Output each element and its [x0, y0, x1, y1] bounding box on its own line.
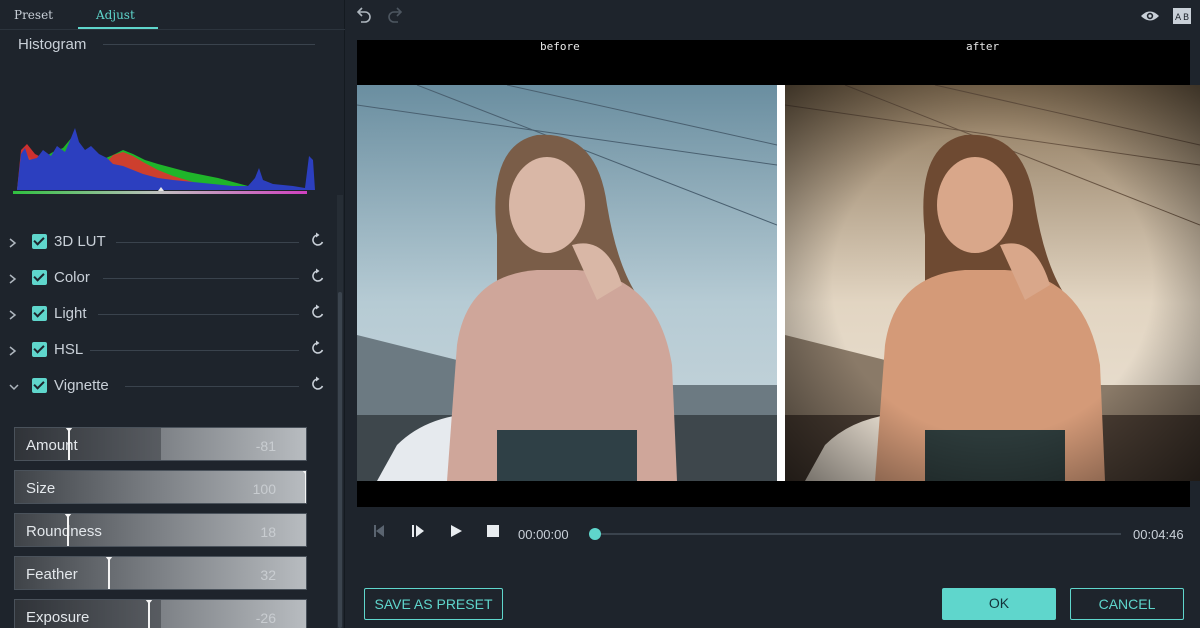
slider-label: Feather [26, 566, 78, 583]
section-vignette[interactable]: Vignette [0, 374, 335, 404]
preview-panel: A B before after 00:00:00 00:04:46 SAVE … [346, 0, 1200, 628]
enable-checkbox[interactable] [32, 270, 47, 285]
section-label: 3D LUT [54, 233, 106, 250]
reset-icon[interactable] [309, 231, 327, 249]
section-rule [98, 314, 299, 315]
stop-icon[interactable] [484, 522, 502, 540]
section-label: Light [54, 305, 87, 322]
reset-icon[interactable] [309, 303, 327, 321]
playback-track[interactable] [594, 533, 1121, 535]
histogram-title: Histogram [18, 36, 87, 53]
section-rule [103, 278, 299, 279]
svg-text:A: A [1175, 13, 1182, 23]
chevron-right-icon[interactable] [8, 236, 20, 250]
eye-icon[interactable] [1140, 6, 1160, 26]
adjust-panel: Preset Adjust Histogram 3D LUT Color Lig… [0, 0, 345, 628]
slider-label: Size [26, 480, 56, 497]
after-photo [785, 85, 1200, 481]
chevron-right-icon[interactable] [8, 344, 20, 358]
chevron-right-icon[interactable] [8, 272, 20, 286]
after-label: after [966, 40, 1000, 53]
slider-handle[interactable] [64, 514, 72, 546]
active-tab-indicator [78, 27, 158, 29]
chevron-right-icon[interactable] [8, 308, 20, 322]
ab-compare-icon[interactable]: A B [1172, 6, 1192, 26]
enable-checkbox[interactable] [32, 378, 47, 393]
section-color[interactable]: Color [0, 266, 335, 296]
redo-icon[interactable] [386, 6, 406, 26]
slider-value: 32 [260, 567, 276, 583]
cancel-button[interactable]: CANCEL [1070, 588, 1184, 620]
section-hsl[interactable]: HSL [0, 338, 335, 368]
slider-value: 100 [252, 481, 276, 497]
panel-tabs: Preset Adjust [0, 0, 345, 30]
panel-scroll-thumb[interactable] [338, 292, 342, 628]
before-label: before [540, 40, 580, 53]
play-icon[interactable] [447, 522, 465, 540]
before-photo [357, 85, 777, 481]
chevron-down-icon[interactable] [8, 380, 20, 394]
feather-slider[interactable]: Feather 32 [14, 556, 307, 590]
slider-handle[interactable] [105, 557, 113, 589]
roundness-slider[interactable]: Roundness 18 [14, 513, 307, 547]
size-slider[interactable]: Size 100 [14, 470, 307, 504]
section-rule [90, 350, 299, 351]
ok-button[interactable]: OK [942, 588, 1056, 620]
next-frame-icon[interactable] [409, 522, 427, 540]
reset-icon[interactable] [309, 375, 327, 393]
playhead-knob[interactable] [589, 528, 601, 540]
save-as-preset-button[interactable]: SAVE AS PRESET [364, 588, 503, 620]
enable-checkbox[interactable] [32, 234, 47, 249]
slider-handle[interactable] [302, 471, 306, 503]
histogram-title-rule [103, 44, 315, 45]
reset-icon[interactable] [309, 339, 327, 357]
slider-handle[interactable] [145, 600, 153, 628]
undo-icon[interactable] [353, 6, 373, 26]
total-time: 00:04:46 [1133, 527, 1184, 542]
previous-frame-icon[interactable] [371, 522, 389, 540]
section-label: Color [54, 269, 90, 286]
section-3d-lut[interactable]: 3D LUT [0, 230, 335, 260]
slider-label: Roundness [26, 523, 102, 540]
svg-text:B: B [1183, 13, 1189, 23]
section-label: HSL [54, 341, 84, 358]
tab-adjust[interactable]: Adjust [96, 8, 135, 22]
enable-checkbox[interactable] [32, 342, 47, 357]
tab-preset[interactable]: Preset [14, 8, 53, 22]
enable-checkbox[interactable] [32, 306, 47, 321]
section-rule [116, 242, 299, 243]
histogram-graph [13, 128, 315, 194]
section-rule [125, 386, 299, 387]
compare-divider-handle[interactable] [777, 85, 785, 481]
comparison-viewer: before after [357, 40, 1200, 507]
slider-handle[interactable] [65, 428, 73, 460]
slider-label: Exposure [26, 609, 90, 626]
current-time: 00:00:00 [518, 527, 569, 542]
slider-value: -26 [255, 610, 276, 626]
section-label: Vignette [54, 377, 109, 394]
reset-icon[interactable] [309, 267, 327, 285]
exposure-slider[interactable]: Exposure -26 [14, 599, 307, 628]
section-light[interactable]: Light [0, 302, 335, 332]
slider-value: -81 [255, 438, 276, 454]
amount-slider[interactable]: Amount -81 [14, 427, 307, 461]
slider-value: 18 [260, 524, 276, 540]
